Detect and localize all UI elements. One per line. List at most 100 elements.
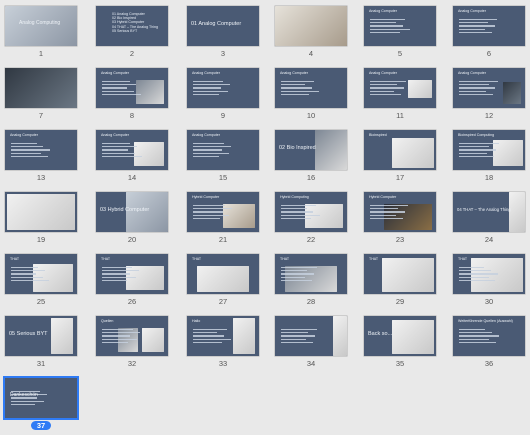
slide-thumbnail-10[interactable]: Analog Computer 10 bbox=[275, 68, 347, 120]
slide-thumbnail-34[interactable]: 34 bbox=[275, 316, 347, 368]
slide-preview[interactable] bbox=[5, 192, 77, 232]
slide-thumbnail-14[interactable]: Analog Computer 14 bbox=[96, 130, 168, 182]
slide-preview[interactable] bbox=[5, 68, 77, 108]
slide-preview[interactable]: 03 Hybrid Computer bbox=[96, 192, 168, 232]
section-heading: 04 THAT – The Analog Thing bbox=[457, 207, 511, 212]
slide-preview[interactable]: Analog Computer bbox=[453, 6, 525, 46]
slide-title: Analog Computer bbox=[192, 71, 220, 75]
slide-title: THAT bbox=[280, 257, 290, 261]
slide-preview[interactable]: Analog Computer bbox=[364, 6, 436, 46]
slide-preview[interactable]: THAT bbox=[453, 254, 525, 294]
slide-title: THAT bbox=[10, 257, 20, 261]
slide-number: 36 bbox=[453, 359, 525, 368]
slide-thumbnail-24[interactable]: 04 THAT – The Analog Thing 24 bbox=[453, 192, 525, 244]
slide-thumbnail-25[interactable]: THAT 25 bbox=[5, 254, 77, 306]
slide-thumbnail-13[interactable]: Analog Computer 13 bbox=[5, 130, 77, 182]
slide-body-text bbox=[370, 205, 410, 221]
slide-thumbnail-22[interactable]: Hybrid Computing 22 bbox=[275, 192, 347, 244]
slide-number-label: 34 bbox=[306, 359, 316, 368]
slide-preview[interactable]: Analog Computer bbox=[96, 68, 168, 108]
slide-preview[interactable]: THAT bbox=[364, 254, 436, 294]
slide-thumbnail-28[interactable]: THAT 28 bbox=[275, 254, 347, 306]
slide-preview[interactable]: Bioinspired Computing bbox=[453, 130, 525, 170]
slide-preview[interactable]: Analog Computer bbox=[364, 68, 436, 108]
slide-preview[interactable]: Hybrid Computer bbox=[187, 192, 259, 232]
slide-thumbnail-20[interactable]: 03 Hybrid Computer 20 bbox=[96, 192, 168, 244]
slide-body-text bbox=[370, 81, 410, 97]
slide-number-label: 26 bbox=[127, 297, 137, 306]
slide-thumbnail-15[interactable]: Analog Computer 15 bbox=[187, 130, 259, 182]
slide-thumbnail-31[interactable]: 05 Serious BYT 31 bbox=[5, 316, 77, 368]
slide-preview[interactable]: 04 THAT – The Analog Thing bbox=[453, 192, 525, 232]
slide-preview[interactable] bbox=[275, 316, 347, 356]
slide-preview[interactable]: Analog Computer bbox=[187, 68, 259, 108]
slide-thumbnail-19[interactable]: 19 bbox=[5, 192, 77, 244]
slide-thumbnail-23[interactable]: Hybrid Computer 23 bbox=[364, 192, 436, 244]
slide-preview[interactable]: Analog Computer bbox=[5, 130, 77, 170]
slide-number-label: 12 bbox=[484, 111, 494, 120]
slide-preview[interactable]: Quellen bbox=[96, 316, 168, 356]
slide-preview[interactable]: Hybrid Computing bbox=[275, 192, 347, 232]
slide-thumbnail-2[interactable]: 01 Analog Computer 02 Bio Inspired 03 Hybr… bbox=[96, 6, 168, 58]
slide-title: Analog Computer bbox=[280, 71, 308, 75]
slide-preview[interactable]: Hybrid Computer bbox=[364, 192, 436, 232]
slide-preview[interactable]: Dankeschön bbox=[5, 378, 77, 418]
slide-title: Analog Computer bbox=[369, 9, 397, 13]
slide-thumbnail-9[interactable]: Analog Computer 9 bbox=[187, 68, 259, 120]
slide-number-label: 20 bbox=[127, 235, 137, 244]
slide-preview[interactable]: Analog Computer bbox=[96, 130, 168, 170]
slide-preview[interactable]: Hallo bbox=[187, 316, 259, 356]
slide-preview[interactable]: Analog Computer bbox=[453, 68, 525, 108]
slide-title: Hybrid Computing bbox=[280, 195, 309, 199]
slide-body-text bbox=[102, 81, 142, 97]
slide-preview[interactable]: THAT bbox=[96, 254, 168, 294]
slide-body-text bbox=[281, 267, 321, 283]
slide-thumbnail-7[interactable]: 7 bbox=[5, 68, 77, 120]
slide-preview[interactable] bbox=[275, 6, 347, 46]
slide-thumbnail-36[interactable]: Weiterführende Quellen (Auswahl) 36 bbox=[453, 316, 525, 368]
slide-preview[interactable]: THAT bbox=[187, 254, 259, 294]
slide-number: 3 bbox=[187, 49, 259, 58]
slide-body-text bbox=[281, 205, 321, 221]
slide-preview[interactable]: THAT bbox=[5, 254, 77, 294]
slide-preview[interactable]: 01 Analog Computer 02 Bio Inspired 03 Hybr… bbox=[96, 6, 168, 46]
slide-thumbnail-27[interactable]: THAT 27 bbox=[187, 254, 259, 306]
slide-number-label: 19 bbox=[36, 235, 46, 244]
slide-thumbnail-5[interactable]: Analog Computer 5 bbox=[364, 6, 436, 58]
slide-thumbnail-21[interactable]: Hybrid Computer 21 bbox=[187, 192, 259, 244]
slide-thumbnail-4[interactable]: 4 bbox=[275, 6, 347, 58]
slide-number: 14 bbox=[96, 173, 168, 182]
slide-preview[interactable]: Weiterführende Quellen (Auswahl) bbox=[453, 316, 525, 356]
slide-thumbnail-37[interactable]: Dankeschön 37 bbox=[5, 378, 77, 430]
slide-thumbnail-18[interactable]: Bioinspired Computing 18 bbox=[453, 130, 525, 182]
slide-thumbnail-32[interactable]: Quellen 32 bbox=[96, 316, 168, 368]
slide-preview[interactable]: 01 Analog Computer bbox=[187, 6, 259, 46]
slide-thumbnail-8[interactable]: Analog Computer 8 bbox=[96, 68, 168, 120]
slide-number: 8 bbox=[96, 111, 168, 120]
slide-image bbox=[51, 318, 73, 354]
slide-preview[interactable]: Analog Computer bbox=[187, 130, 259, 170]
slide-thumbnail-26[interactable]: THAT 26 bbox=[96, 254, 168, 306]
slide-thumbnail-30[interactable]: THAT 30 bbox=[453, 254, 525, 306]
slide-preview[interactable]: Bioinspired bbox=[364, 130, 436, 170]
section-heading: 05 Serious BYT bbox=[9, 331, 48, 337]
slide-preview[interactable]: Back so... bbox=[364, 316, 436, 356]
slide-preview[interactable]: Analog Computer bbox=[275, 68, 347, 108]
slide-thumbnail-35[interactable]: Back so... 35 bbox=[364, 316, 436, 368]
slide-number-label: 37 bbox=[30, 421, 52, 430]
slide-thumbnail-3[interactable]: 01 Analog Computer 3 bbox=[187, 6, 259, 58]
slide-thumbnail-11[interactable]: Analog Computer 11 bbox=[364, 68, 436, 120]
slide-number: 28 bbox=[275, 297, 347, 306]
slide-thumbnail-16[interactable]: 02 Bio Inspired 16 bbox=[275, 130, 347, 182]
slide-preview[interactable]: 02 Bio Inspired bbox=[275, 130, 347, 170]
slide-thumbnail-1[interactable]: Analog Computing 1 bbox=[5, 6, 77, 58]
slide-thumbnail-29[interactable]: THAT 29 bbox=[364, 254, 436, 306]
slide-thumbnail-33[interactable]: Hallo 33 bbox=[187, 316, 259, 368]
slide-thumbnail-12[interactable]: Analog Computer 12 bbox=[453, 68, 525, 120]
slide-preview[interactable]: THAT bbox=[275, 254, 347, 294]
slide-preview[interactable]: Analog Computing bbox=[5, 6, 77, 46]
slide-thumbnail-17[interactable]: Bioinspired 17 bbox=[364, 130, 436, 182]
slide-thumbnail-6[interactable]: Analog Computer 6 bbox=[453, 6, 525, 58]
slide-number-label: 13 bbox=[36, 173, 46, 182]
slide-preview[interactable]: 05 Serious BYT bbox=[5, 316, 77, 356]
